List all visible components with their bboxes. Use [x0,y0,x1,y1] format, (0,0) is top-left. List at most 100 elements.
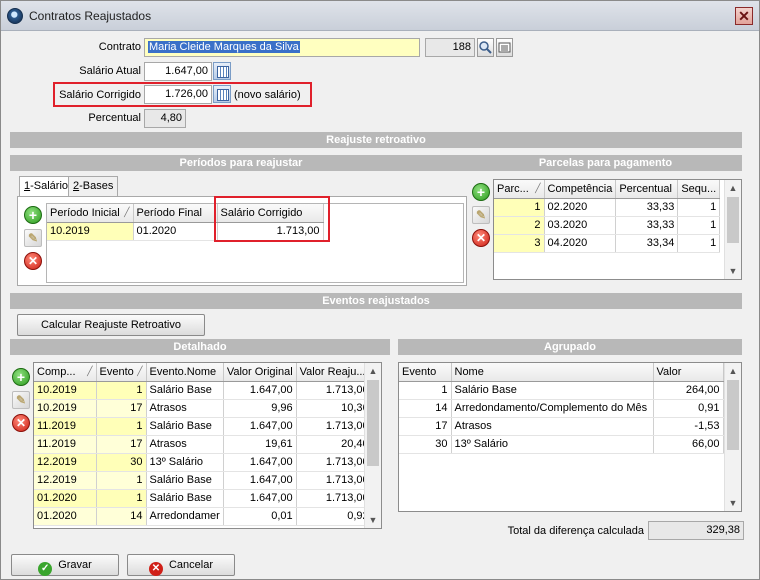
col-valor[interactable]: Valor [653,363,724,382]
add-periodo-button[interactable]: + [24,206,42,224]
table-cell[interactable]: Salário Base [146,381,224,400]
table-cell[interactable]: 11.2019 [34,435,97,454]
table-cell[interactable]: 01.2020 [34,489,97,508]
table-row[interactable]: 12.2019 1 Salário Base 1.647,00 1.713,00 [34,471,373,490]
col-nome[interactable]: Nome [451,363,654,382]
table-cell[interactable]: 264,00 [653,381,724,400]
col-valor-reajustado[interactable]: Valor Reaju... [296,363,373,382]
scroll-down-icon[interactable]: ▼ [365,512,381,528]
table-cell[interactable]: 01.2020 [34,507,97,526]
salario-atual-field[interactable]: 1.647,00 [144,62,212,81]
table-cell[interactable]: Salário Base [146,471,224,490]
details-list-icon[interactable] [496,38,513,57]
salario-corrigido-field[interactable]: 1.726,00 [144,85,212,104]
table-cell[interactable]: 20,40 [296,435,373,454]
edit-periodo-button[interactable]: ✎ [24,229,42,247]
scroll-thumb[interactable] [727,380,739,450]
table-cell[interactable]: 1.647,00 [223,417,297,436]
col-evento-nome[interactable]: Evento.Nome [146,363,224,382]
delete-evento-button[interactable]: ✕ [12,414,30,432]
table-cell[interactable]: 1 [677,216,721,235]
gravar-button[interactable]: ✓ Gravar [11,554,119,576]
salario-corrigido-calculator-icon[interactable] [213,85,231,103]
col-sequencia[interactable]: Sequ... [677,180,721,199]
detalhado-scrollbar[interactable]: ▲ ▼ [364,363,381,528]
col-evento[interactable]: Evento [399,363,452,382]
table-cell[interactable]: 10.2019 [47,222,134,241]
table-row[interactable]: 1 Salário Base 264,00 [399,381,724,400]
table-cell[interactable]: 0,91 [653,399,724,418]
table-cell[interactable]: 17 [399,417,452,436]
table-cell[interactable]: 10,36 [296,399,373,418]
scroll-down-icon[interactable]: ▼ [725,495,741,511]
table-row[interactable]: 30 13º Salário 66,00 [399,435,724,454]
col-periodo-final[interactable]: Período Final [133,204,218,223]
table-cell[interactable]: 12.2019 [34,471,97,490]
table-cell[interactable]: Atrasos [146,399,224,418]
table-cell[interactable]: 1.647,00 [223,453,297,472]
salario-atual-calculator-icon[interactable] [213,62,231,80]
edit-evento-button[interactable]: ✎ [12,391,30,409]
table-cell[interactable]: 04.2020 [544,234,617,253]
table-cell[interactable]: 1 [96,489,147,508]
table-cell[interactable]: 0,01 [223,507,297,526]
tab-salario[interactable]: 1-Salário [19,176,74,197]
table-cell[interactable]: 1.647,00 [223,471,297,490]
col-percentual[interactable]: Percentual [615,180,679,199]
col-competencia[interactable]: Comp... ╱ [34,363,97,382]
search-icon[interactable] [477,38,494,57]
close-button[interactable]: ✕ [735,7,753,25]
table-cell[interactable]: 30 [96,453,147,472]
table-cell[interactable]: 1 [96,471,147,490]
table-row[interactable]: 01.2020 1 Salário Base 1.647,00 1.713,00 [34,489,373,508]
table-cell[interactable]: 12.2019 [34,453,97,472]
table-cell[interactable]: 19,61 [223,435,297,454]
table-row[interactable]: 3 04.2020 33,34 1 [494,234,721,253]
edit-parcela-button[interactable]: ✎ [472,206,490,224]
scroll-up-icon[interactable]: ▲ [365,363,381,379]
table-cell[interactable]: 33,34 [615,234,679,253]
table-row[interactable]: 01.2020 14 Arredondamer 0,01 0,92 [34,507,373,526]
table-cell[interactable]: Salário Base [146,417,224,436]
table-cell[interactable]: Atrasos [451,417,654,436]
table-row[interactable]: 12.2019 30 13º Salário 1.647,00 1.713,00 [34,453,373,472]
table-cell[interactable]: Salário Base [146,489,224,508]
table-cell[interactable]: Atrasos [146,435,224,454]
table-cell[interactable]: Arredondamer [146,507,224,526]
table-cell[interactable]: 30 [399,435,452,454]
scroll-down-icon[interactable]: ▼ [725,263,741,279]
contrato-name-field[interactable]: Maria Cleide Marques da Silva [144,38,420,57]
col-parcela[interactable]: Parc... ╱ [494,180,545,199]
table-cell[interactable]: 66,00 [653,435,724,454]
table-cell[interactable]: 17 [96,399,147,418]
table-cell[interactable]: 1 [96,417,147,436]
table-cell[interactable]: 1 [677,198,721,217]
table-row[interactable]: 2 03.2020 33,33 1 [494,216,721,235]
add-evento-button[interactable]: + [12,368,30,386]
table-cell[interactable]: 17 [96,435,147,454]
col-evento[interactable]: Evento ╱ [96,363,147,382]
scroll-up-icon[interactable]: ▲ [725,363,741,379]
table-cell[interactable]: 03.2020 [544,216,617,235]
table-cell[interactable]: 13º Salário [146,453,224,472]
table-cell[interactable]: 10.2019 [34,381,97,400]
table-cell[interactable]: 33,33 [615,216,679,235]
table-row[interactable]: 10.2019 1 Salário Base 1.647,00 1.713,00 [34,381,373,400]
table-row[interactable]: 11.2019 17 Atrasos 19,61 20,40 [34,435,373,454]
table-row[interactable]: 11.2019 1 Salário Base 1.647,00 1.713,00 [34,417,373,436]
table-cell[interactable]: 1.713,00 [296,381,373,400]
table-cell[interactable]: 1.647,00 [223,489,297,508]
table-cell[interactable]: 14 [96,507,147,526]
table-row[interactable]: 14 Arredondamento/Complemento do Mês 0,91 [399,399,724,418]
table-cell[interactable]: 13º Salário [451,435,654,454]
table-row[interactable]: 17 Atrasos -1,53 [399,417,724,436]
table-cell[interactable]: 0,92 [296,507,373,526]
table-cell[interactable]: 1.713,00 [296,453,373,472]
table-row[interactable]: 10.2019 17 Atrasos 9,96 10,36 [34,399,373,418]
table-cell[interactable]: 1.713,00 [296,471,373,490]
table-cell[interactable]: 1 [677,234,721,253]
table-cell[interactable]: 33,33 [615,198,679,217]
scroll-thumb[interactable] [727,197,739,243]
table-cell[interactable]: 3 [494,234,545,253]
table-cell[interactable]: 1.713,00 [296,489,373,508]
